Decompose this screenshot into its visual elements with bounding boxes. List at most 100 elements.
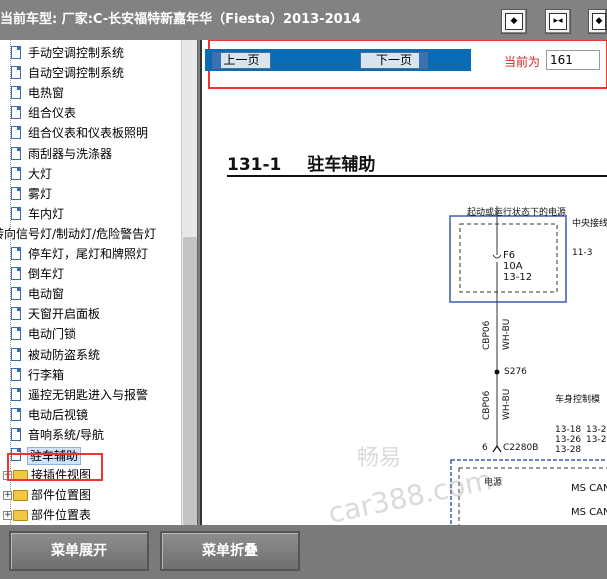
fuse-symbol <box>492 254 502 259</box>
fullscreen-icon: ◆ <box>592 13 606 30</box>
ms-can-label-2: MS CAN <box>571 507 607 518</box>
tree-scrollbar[interactable] <box>181 40 197 525</box>
bottom-bar: 菜单展开 菜单折叠 <box>0 525 607 579</box>
fit-width-icon: ▸◂ <box>549 13 567 30</box>
tree-item-label: 部件位置图 <box>31 488 92 502</box>
menu-tree: 手动空调控制系统 自动空调控制系统 电热窗组合仪表组合仪表和仪表板照明雨刮器与洗涤器… <box>0 40 198 525</box>
power-state-label: 起动或运行状态下的电源 <box>467 208 567 218</box>
document-icon <box>11 327 21 340</box>
document-icon <box>11 247 21 260</box>
tree-item-label: 自动空调控制系统 <box>28 66 125 80</box>
tree-item[interactable]: 电动后视镜 <box>0 405 181 425</box>
menu-expand-button[interactable]: 菜单展开 <box>9 531 149 571</box>
tree-item[interactable]: 电动门锁 <box>0 324 181 344</box>
wire-color-2: WH-BU <box>502 388 512 420</box>
tree-item-label: 转向信号灯/制动灯/危险警告灯 <box>0 227 157 241</box>
expand-toggle-icon[interactable]: + <box>3 491 12 500</box>
wire-color-1: WH-BU <box>502 318 512 350</box>
tree-item[interactable]: 电动窗 <box>0 284 181 304</box>
fit-width-view-button[interactable]: ▸◂ <box>545 9 571 34</box>
tree-item-label: 车内灯 <box>28 207 65 221</box>
menu-collapse-button[interactable]: 菜单折叠 <box>160 531 300 571</box>
document-icon <box>11 368 21 381</box>
document-icon <box>11 307 21 320</box>
document-icon <box>11 147 21 160</box>
tree-item[interactable]: 倒车灯 <box>0 264 181 284</box>
wire-code-2: CBP06 <box>482 390 492 420</box>
folder-icon <box>13 510 28 521</box>
document-icon <box>11 388 21 401</box>
document-icon <box>11 46 21 59</box>
document-icon <box>11 348 21 361</box>
fullscreen-view-button[interactable]: ◆ <box>588 9 607 34</box>
tree-item[interactable]: 大灯 <box>0 164 181 184</box>
document-icon <box>11 126 21 139</box>
pins-b-label: 13-26 <box>555 435 582 445</box>
tree-scrollbar-thumb[interactable] <box>183 237 197 525</box>
tree-item[interactable]: 车内灯 <box>0 204 181 224</box>
connector-pin-label: 6 <box>482 443 488 453</box>
tree-item-label: 天窗开启面板 <box>28 307 101 321</box>
tree-item-label: 音响系统/导航 <box>28 428 105 442</box>
document-icon <box>11 287 21 300</box>
top-bar: 当前车型: 厂家:C-长安福特新嘉年华（Fiesta）2013-2014 ◆ ▸… <box>0 0 607 40</box>
single-page-view-button[interactable]: ◆ <box>501 9 527 34</box>
wiring-diagram <box>449 206 607 525</box>
expand-toggle-icon[interactable]: + <box>3 511 12 520</box>
fuse-label: F6 <box>503 250 516 261</box>
fuse-rating-label: 10A <box>503 261 523 272</box>
tree-item-label: 雾灯 <box>28 187 53 201</box>
tree-item-label: 手动空调控制系统 <box>28 46 125 60</box>
pin-11-3-label: 11-3 <box>572 248 593 258</box>
tree-item-label: 组合仪表 <box>28 106 77 120</box>
connector-label: C2280B <box>503 443 539 453</box>
tree-item[interactable]: 停车灯，尾灯和牌照灯 <box>0 244 181 264</box>
tree-item-label: 部件位置表 <box>31 508 92 522</box>
pins-e-label: 13-27 <box>586 435 607 445</box>
document-icon <box>11 167 21 180</box>
tree-item[interactable]: 行李箱 <box>0 365 181 385</box>
splice-label: S276 <box>504 367 527 377</box>
tree-item-label: 大灯 <box>28 167 53 181</box>
wire-code-1: CBP06 <box>482 320 492 350</box>
body-module-label: 车身控制模 <box>555 395 601 405</box>
tree-item[interactable]: 手动空调控制系统 <box>0 43 181 63</box>
central-box-label: 中央接线 <box>572 219 607 229</box>
tree-item[interactable]: 遥控无钥匙进入与报警 <box>0 385 181 405</box>
tree-folder-item[interactable]: + 部件位置图 <box>0 485 181 505</box>
tree-item[interactable]: 自动空调控制系统 <box>0 63 181 83</box>
folder-icon <box>13 490 28 501</box>
tree-item[interactable]: 电热窗 <box>0 83 181 103</box>
tree-item-label: 雨刮器与洗涤器 <box>28 147 113 161</box>
document-icon <box>11 66 21 79</box>
pins-a-label: 13-18 <box>555 425 582 435</box>
document-icon <box>11 408 21 421</box>
tree-item[interactable]: 转向信号灯/制动灯/危险警告灯 <box>0 224 181 244</box>
tree-item[interactable]: 被动防盗系统 <box>0 345 181 365</box>
tree-item[interactable]: 组合仪表和仪表板照明 <box>0 123 181 143</box>
tree-item-label: 遥控无钥匙进入与报警 <box>28 388 149 402</box>
pins-d-label: 13-25 <box>586 425 607 435</box>
tree-item[interactable]: 雨刮器与洗涤器 <box>0 144 181 164</box>
connector-arrow <box>492 444 502 453</box>
watermark-brand: 畅易 <box>357 446 402 471</box>
single-page-icon: ◆ <box>505 13 523 30</box>
document-icon <box>11 428 21 441</box>
tree-item[interactable]: 组合仪表 <box>0 103 181 123</box>
tree-item-label: 电动窗 <box>28 287 65 301</box>
tree-item[interactable]: 音响系统/导航 <box>0 425 181 445</box>
ms-can-label-1: MS CAN <box>571 483 607 494</box>
tree-item-label: 行李箱 <box>28 368 65 382</box>
document-icon <box>11 207 21 220</box>
tree-item[interactable]: 天窗开启面板 <box>0 304 181 324</box>
document-icon <box>11 187 21 200</box>
selected-item-highlight-frame <box>7 453 103 481</box>
tree-item-label: 电动后视镜 <box>28 408 89 422</box>
tree-item-label: 电热窗 <box>28 86 65 100</box>
document-icon <box>11 267 21 280</box>
tree-item[interactable]: 雾灯 <box>0 184 181 204</box>
tree-item-label: 停车灯，尾灯和牌照灯 <box>28 247 149 261</box>
document-viewer: 上一页 下一页 当前为 131-1驻车辅助 起动或运行状态下的电源 中央接线 F… <box>200 40 607 525</box>
tree-folder-item[interactable]: + 部件位置表 <box>0 505 181 525</box>
fuse-pins-label: 13-12 <box>503 272 533 283</box>
